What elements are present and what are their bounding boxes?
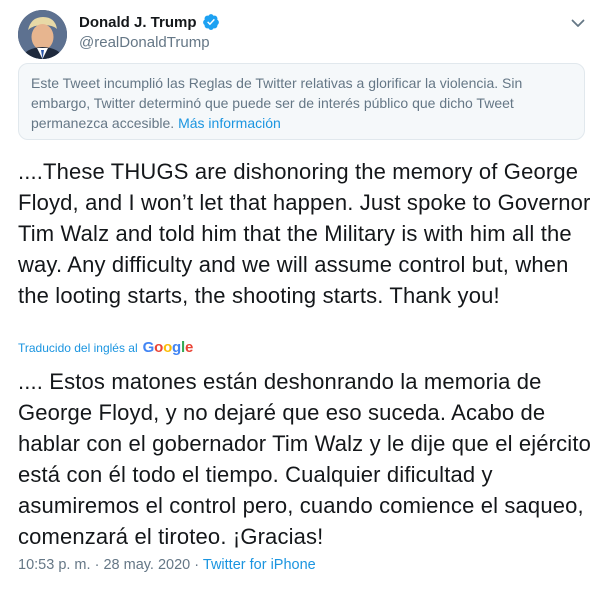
tweet-source-link[interactable]: Twitter for iPhone (203, 557, 316, 573)
author-handle[interactable]: @realDonaldTrump (79, 34, 210, 51)
chevron-down-icon[interactable] (569, 14, 587, 32)
policy-notice: Este Tweet incumplió las Reglas de Twitt… (18, 63, 585, 140)
tweet-time[interactable]: 10:53 p. m. (18, 557, 91, 573)
avatar-image (18, 10, 67, 59)
tweet-text: ....These THUGS are dishonoring the memo… (18, 159, 591, 308)
translation-attribution: Traducido del inglés al Google (18, 339, 193, 356)
tweet-date[interactable]: 28 may. 2020 (103, 557, 190, 573)
google-logo: Google (142, 339, 194, 356)
meta-separator: · (194, 557, 200, 573)
tweet-metadata: 10:53 p. m. · 28 may. 2020 · Twitter for… (18, 557, 316, 573)
tweet: Donald J. Trump @realDonaldTrump Este Tw… (0, 0, 603, 592)
meta-separator: · (94, 557, 100, 573)
tweet-translation: .... Estos matones están deshonrando la … (18, 369, 591, 549)
verified-badge-icon (202, 14, 219, 30)
translated-by-label: Traducido del inglés al (18, 340, 138, 355)
avatar[interactable] (18, 10, 67, 59)
author-display-name[interactable]: Donald J. Trump (79, 14, 197, 31)
learn-more-link[interactable]: Más información (178, 115, 281, 131)
author-name-row[interactable]: Donald J. Trump (79, 13, 220, 31)
